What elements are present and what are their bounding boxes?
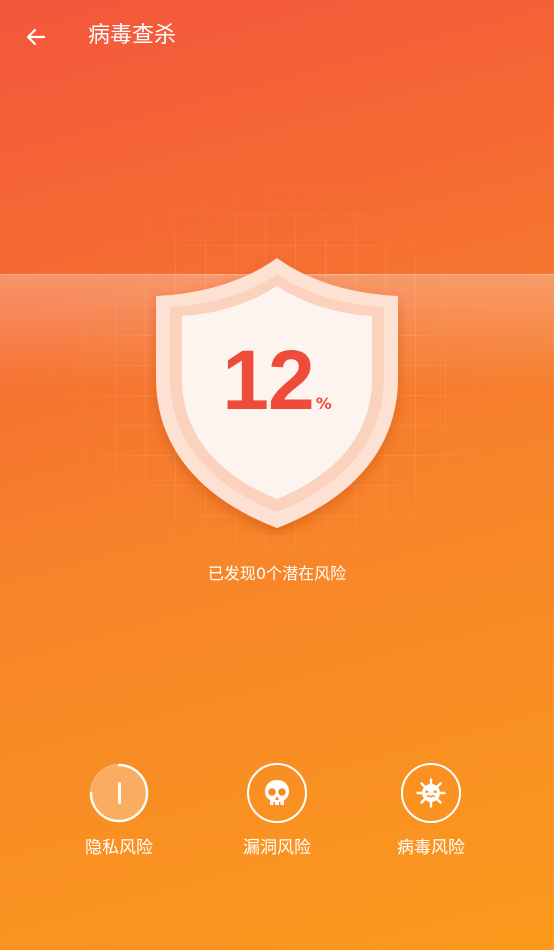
skull-icon-circle <box>247 763 307 823</box>
progress-value: 12 <box>222 333 314 427</box>
risk-label: 漏洞风险 <box>243 838 311 858</box>
back-button[interactable] <box>18 20 54 54</box>
privacy-scanning-icon <box>89 763 149 823</box>
risk-item-vulnerability[interactable]: 漏洞风险 <box>222 763 332 860</box>
progress-unit: % <box>315 394 332 413</box>
risk-label: 隐私风险 <box>85 838 153 858</box>
page-title: 病毒查杀 <box>88 23 177 48</box>
virus-scan-screen: 病毒查杀 12% 已发现0个潜在风险 隐私风险 漏洞风险 病毒风险 <box>0 0 554 950</box>
scan-status-text: 已发现0个潜在风险 <box>207 564 347 583</box>
scan-progress-readout: 12% <box>148 335 406 425</box>
top-bar: 病毒查杀 <box>0 0 554 74</box>
virus-icon <box>416 778 446 808</box>
risk-item-virus[interactable]: 病毒风险 <box>376 763 486 860</box>
arrow-left-icon <box>26 28 46 46</box>
risk-item-privacy[interactable]: 隐私风险 <box>64 763 174 860</box>
scanning-indicator <box>117 782 121 804</box>
risk-label: 病毒风险 <box>397 838 465 858</box>
skull-icon <box>265 780 289 805</box>
virus-icon-circle <box>401 763 461 823</box>
